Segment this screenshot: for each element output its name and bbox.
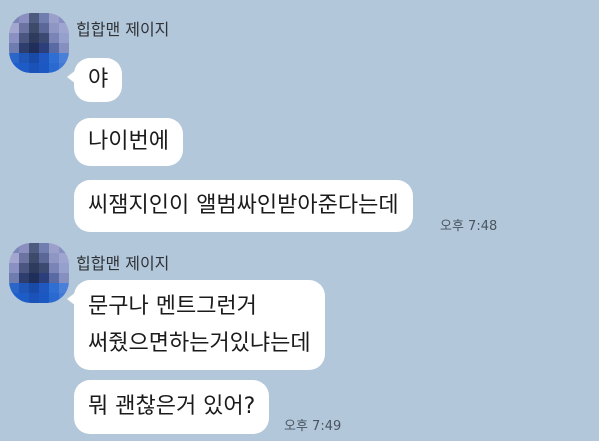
message-bubble[interactable]: 씨잼지인이 앨범싸인받아준다는데 [74, 180, 413, 232]
message-bubble[interactable]: 문구나 멘트그런거 써줬으면하는거있냐는데 [67, 280, 325, 370]
message-line: 써줬으면하는거있냐는데 [88, 331, 311, 356]
message-bubble[interactable]: 뭐 괜찮은거 있어? [74, 380, 270, 434]
timestamp: 오후 7:48 [440, 219, 498, 234]
avatar[interactable] [9, 243, 69, 303]
message-bubble[interactable]: 나이번에 [74, 118, 183, 166]
sender-name: 힙합맨 제이지 [76, 20, 170, 39]
timestamp: 오후 7:49 [284, 419, 342, 434]
message-bubble[interactable]: 야 [66, 58, 123, 102]
message-line: 문구나 멘트그런거 [88, 294, 257, 319]
sender-name: 힙합맨 제이지 [76, 254, 170, 273]
avatar[interactable] [9, 13, 69, 73]
